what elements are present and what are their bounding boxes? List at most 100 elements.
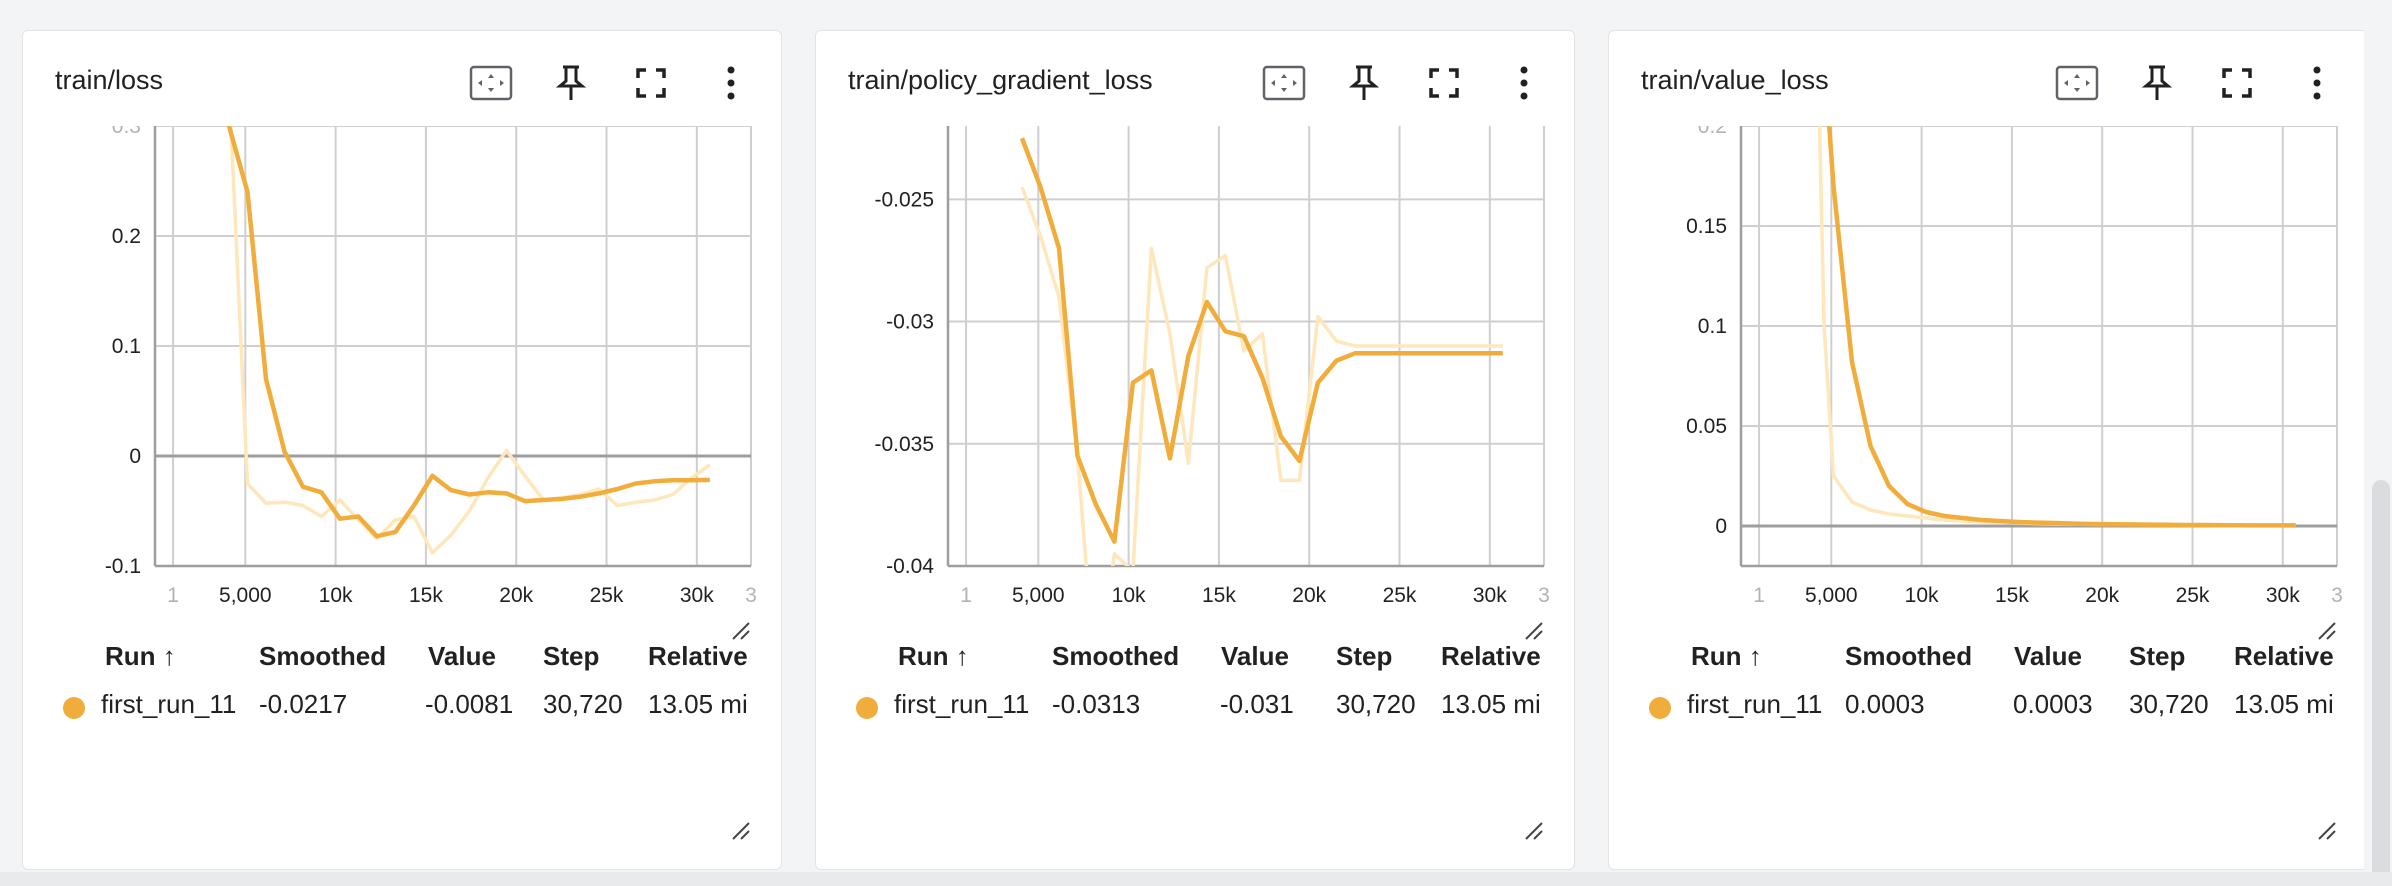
- run-name: first_run_11: [1687, 689, 1823, 719]
- run-name: first_run_11: [894, 689, 1030, 719]
- x-tick-label: 1: [167, 584, 179, 607]
- series-line-smoothed: [226, 126, 710, 539]
- col-run-header[interactable]: Run ↑: [898, 641, 969, 672]
- smoothed-value: -0.0313: [1052, 689, 1141, 719]
- y-tick-label: 0.15: [1686, 215, 1727, 238]
- more-vert-icon: [726, 66, 736, 100]
- x-tick-label: 15k: [409, 584, 443, 607]
- smoothed-value: -0.0217: [259, 689, 348, 719]
- pin-button[interactable]: [547, 59, 595, 107]
- scrollbar-thumb[interactable]: [2372, 480, 2390, 886]
- x-tick-label: 5,000: [1012, 584, 1065, 607]
- raw-value: -0.0081: [425, 689, 514, 719]
- fit-domain-icon: [2055, 65, 2099, 101]
- y-tick-label: 0.05: [1686, 415, 1727, 438]
- x-tick-label: 20k: [499, 584, 533, 607]
- relative-time: 13.05 mi: [648, 689, 748, 719]
- card-title: train/policy_gradient_loss: [848, 65, 1153, 95]
- more-vert-icon: [1519, 66, 1529, 100]
- x-tick-label: 10k: [1112, 584, 1146, 607]
- more-options-button[interactable]: [707, 59, 755, 107]
- resize-chart-handle-icon[interactable]: [731, 621, 751, 641]
- bottom-divider: [0, 872, 2392, 886]
- line-chart[interactable]: 1 5,000 10k 15k 20k 25k 30k 3 0 0.05 0.1 0.15 0.2: [1609, 126, 2367, 666]
- col-step-header[interactable]: Step: [2129, 641, 2185, 672]
- col-run-header[interactable]: Run ↑: [1691, 641, 1762, 672]
- y-tick-label: 0: [1715, 515, 1727, 538]
- y-tick-label: 0.1: [1698, 315, 1727, 338]
- resize-card-handle-icon[interactable]: [2317, 821, 2337, 841]
- card-title: train/value_loss: [1641, 65, 1829, 95]
- page-scrollbar[interactable]: [2364, 0, 2392, 886]
- chart-card-loss: train/loss 1 5,000 10k 15k 20k 25k 30k 3 -0.1 0 0.…: [22, 30, 782, 870]
- col-smoothed-header[interactable]: Smoothed: [1845, 641, 1972, 672]
- x-tick-label: 25k: [590, 584, 624, 607]
- more-options-button[interactable]: [1500, 59, 1548, 107]
- col-relative-header[interactable]: Relative: [1441, 641, 1541, 672]
- pin-icon: [2141, 64, 2173, 102]
- line-chart[interactable]: 1 5,000 10k 15k 20k 25k 30k 3 -0.1 0 0.1 0.2 0.3: [23, 126, 781, 666]
- col-relative-header[interactable]: Relative: [648, 641, 748, 672]
- x-tick-label: 30k: [680, 584, 714, 607]
- x-tick-label: 25k: [2176, 584, 2210, 607]
- x-tick-label: 1: [960, 584, 972, 607]
- run-name: first_run_11: [101, 689, 237, 719]
- col-value-header[interactable]: Value: [1221, 641, 1289, 672]
- x-tick-label: 15k: [1202, 584, 1236, 607]
- col-run-header[interactable]: Run ↑: [105, 641, 176, 672]
- step-value: 30,720: [2129, 689, 2209, 719]
- resize-chart-handle-icon[interactable]: [1524, 621, 1544, 641]
- more-options-button[interactable]: [2293, 59, 2341, 107]
- x-tick-label: 30k: [2266, 584, 2300, 607]
- y-tick-label: 0.2: [112, 225, 141, 248]
- fit-domain-button[interactable]: [2053, 59, 2101, 107]
- fullscreen-button[interactable]: [627, 59, 675, 107]
- col-step-header[interactable]: Step: [543, 641, 599, 672]
- resize-chart-handle-icon[interactable]: [2317, 621, 2337, 641]
- y-tick-label: 0: [129, 445, 141, 468]
- series-line-raw: [229, 126, 711, 555]
- pin-icon: [1348, 64, 1380, 102]
- x-tick-label: 1: [1753, 584, 1765, 607]
- col-value-header[interactable]: Value: [428, 641, 496, 672]
- fullscreen-icon: [635, 67, 667, 99]
- smoothed-value: 0.0003: [1845, 689, 1925, 719]
- x-tick-label: 10k: [319, 584, 353, 607]
- line-chart[interactable]: 1 5,000 10k 15k 20k 25k 30k 3 -0.04 -0.035 -0.03 -0…: [816, 126, 1574, 666]
- fit-domain-button[interactable]: [1260, 59, 1308, 107]
- col-smoothed-header[interactable]: Smoothed: [1052, 641, 1179, 672]
- step-value: 30,720: [1336, 689, 1416, 719]
- fullscreen-icon: [1428, 67, 1460, 99]
- y-tick-label: -0.025: [874, 188, 934, 211]
- x-tick-label: 30k: [1473, 584, 1507, 607]
- fit-domain-icon: [1262, 65, 1306, 101]
- fullscreen-button[interactable]: [2213, 59, 2261, 107]
- run-color-swatch: [1649, 697, 1671, 719]
- run-color-swatch: [63, 697, 85, 719]
- pin-button[interactable]: [2133, 59, 2181, 107]
- fit-domain-button[interactable]: [467, 59, 515, 107]
- step-value: 30,720: [543, 689, 623, 719]
- col-smoothed-header[interactable]: Smoothed: [259, 641, 386, 672]
- pin-button[interactable]: [1340, 59, 1388, 107]
- chart-card-value-loss: train/value_loss 1 5,000 10k 15k 20k 25k 30k 3 0…: [1608, 30, 2368, 870]
- relative-time: 13.05 mi: [1441, 689, 1541, 719]
- x-tick-label: 20k: [1292, 584, 1326, 607]
- x-tick-label: 5,000: [1805, 584, 1858, 607]
- fullscreen-button[interactable]: [1420, 59, 1468, 107]
- col-relative-header[interactable]: Relative: [2234, 641, 2334, 672]
- resize-card-handle-icon[interactable]: [731, 821, 751, 841]
- y-tick-label: 0.1: [112, 335, 141, 358]
- pin-icon: [555, 64, 587, 102]
- x-tick-label: 15k: [1995, 584, 2029, 607]
- col-value-header[interactable]: Value: [2014, 641, 2082, 672]
- card-title: train/loss: [55, 65, 164, 95]
- x-tick-label: 25k: [1383, 584, 1417, 607]
- col-step-header[interactable]: Step: [1336, 641, 1392, 672]
- plot-area: [1019, 137, 1503, 566]
- raw-value: -0.031: [1220, 689, 1294, 719]
- y-tick-label: 0.2: [1698, 126, 1727, 138]
- more-vert-icon: [2312, 66, 2322, 100]
- resize-card-handle-icon[interactable]: [1524, 821, 1544, 841]
- plot-area: [226, 126, 711, 555]
